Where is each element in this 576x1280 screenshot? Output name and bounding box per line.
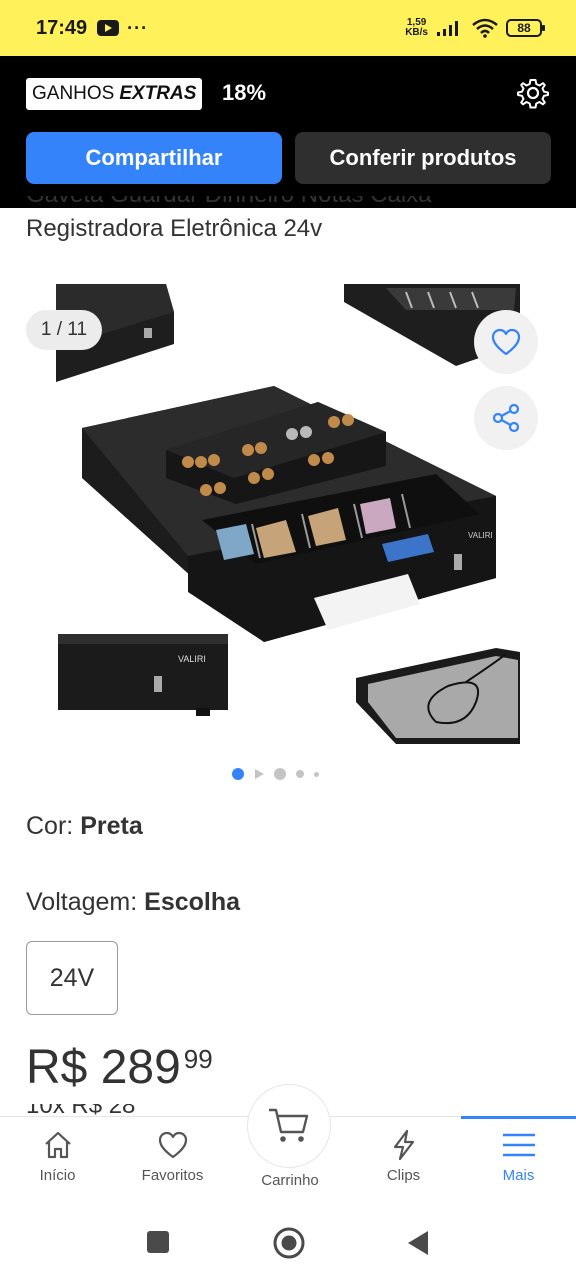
home-icon (44, 1131, 71, 1159)
carousel-dot-active (232, 768, 244, 780)
carousel-dot (274, 768, 286, 780)
affiliate-bar: GANHOS EXTRAS 18% Compartilhar Conferir … (0, 56, 576, 208)
voltage-value: Escolha (144, 888, 241, 916)
back-icon[interactable] (406, 1230, 430, 1256)
favorite-button[interactable] (474, 310, 538, 374)
tab-carrinho[interactable] (247, 1084, 331, 1168)
carousel-dot (314, 771, 319, 777)
system-navigation-bar (0, 1200, 576, 1280)
status-bar: 17:49 ··· 1,59 KB/s 88 (0, 0, 576, 56)
youtube-notification-icon (97, 20, 120, 36)
check-products-button[interactable]: Conferir produtos (295, 132, 551, 184)
menu-icon (502, 1133, 535, 1157)
recent-apps-icon[interactable] (146, 1230, 170, 1254)
product-title-line2: Registradora Eletrônica 24v (26, 215, 323, 242)
tab-label: Início (39, 1167, 76, 1184)
product-title-line1: Gaveta Guardar Dinheiro Notas Caixa (26, 196, 546, 212)
tab-inicio[interactable]: Início (0, 1117, 115, 1201)
more-notifications-icon: ··· (127, 17, 149, 38)
product-title: Gaveta Guardar Dinheiro Notas Caixa Regi… (26, 196, 546, 246)
badge-emphasis: EXTRAS (119, 83, 197, 104)
price-main: R$ 289 (26, 1041, 181, 1094)
image-carousel-indicator (232, 768, 319, 780)
network-speed-unit: KB/s (405, 27, 428, 38)
installments-partial: 10x R$ 28 (26, 1104, 226, 1116)
price-cents: 99 (183, 1044, 213, 1074)
carousel-dot (296, 770, 304, 778)
product-title-line1-text: Gaveta Guardar Dinheiro Notas Caixa (26, 196, 432, 208)
signal-icon (437, 21, 458, 36)
tab-label: Favoritos (141, 1167, 204, 1184)
voltage-label: Voltagem: (26, 888, 145, 916)
battery-indicator: 88 (506, 19, 545, 37)
installments-text: 10x R$ 28 (26, 1104, 135, 1116)
color-label: Cor: (26, 812, 81, 840)
lightning-icon (393, 1129, 414, 1161)
network-speed: 1,59 KB/s (405, 18, 428, 38)
status-time: 17:49 (36, 16, 88, 39)
share-product-button[interactable] (474, 386, 538, 450)
badge-prefix: GANHOS (32, 83, 115, 104)
share-icon (492, 403, 520, 433)
voltage-attribute: Voltagem: Escolha (26, 888, 240, 917)
cash-drawer-main: VALIRI (82, 386, 496, 642)
commission-percent: 18% (222, 80, 267, 105)
gear-icon[interactable] (516, 76, 550, 110)
image-counter: 1 / 11 (26, 310, 102, 350)
extra-earnings-badge: GANHOS EXTRAS (26, 78, 203, 110)
voltage-option-24v[interactable]: 24V (26, 941, 118, 1015)
color-attribute: Cor: Preta (26, 812, 143, 841)
heart-icon (491, 328, 521, 356)
product-image[interactable]: VALIRI VALIRI (56, 282, 522, 748)
tab-mais[interactable]: Mais (461, 1116, 576, 1201)
tab-favoritos[interactable]: Favoritos (115, 1117, 230, 1201)
thumbnail-brand-mark: VALIRI (178, 654, 206, 664)
wifi-icon (472, 18, 498, 38)
tab-label: Mais (502, 1167, 535, 1184)
home-button-icon[interactable] (272, 1226, 306, 1260)
cart-icon (269, 1108, 309, 1142)
thumbnail-bottom-left: VALIRI (58, 634, 228, 716)
color-value: Preta (80, 812, 143, 840)
tab-carrinho-label: Carrinho (261, 1172, 319, 1189)
tab-clips[interactable]: Clips (346, 1117, 461, 1201)
share-button[interactable]: Compartilhar (26, 132, 282, 184)
heart-icon (158, 1131, 187, 1159)
tab-label: Clips (386, 1167, 421, 1184)
carousel-video-icon (255, 769, 264, 779)
drawer-brand-mark: VALIRI (468, 531, 493, 540)
product-price: R$ 289 99 (26, 1040, 213, 1095)
thumbnail-bottom-right (356, 648, 520, 744)
